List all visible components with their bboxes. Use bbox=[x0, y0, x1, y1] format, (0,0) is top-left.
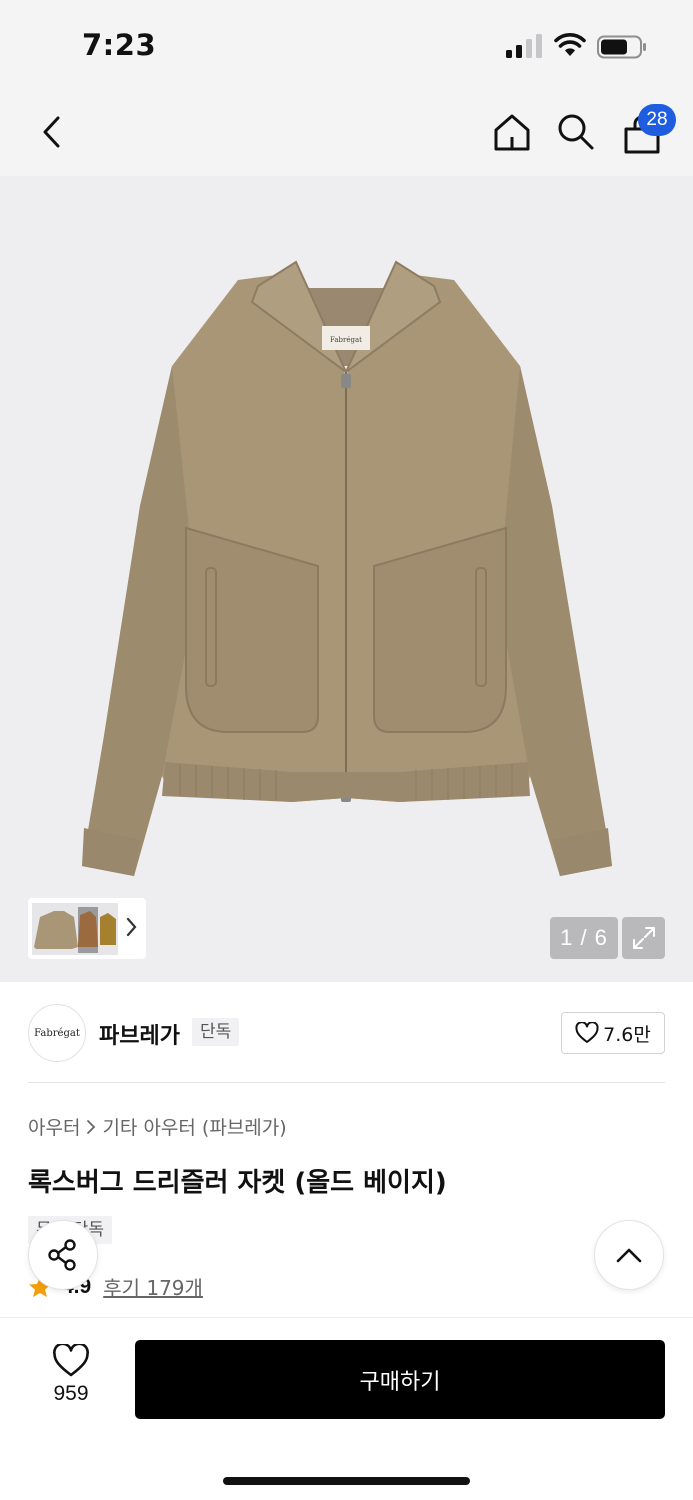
breadcrumb-subcategory[interactable]: 기타 아우터 (파브레가) bbox=[102, 1113, 286, 1140]
heart-icon bbox=[53, 1344, 89, 1377]
brand-row: Fabrégat 파브레가 단독 7.6만 bbox=[0, 982, 693, 1082]
chevron-left-icon bbox=[43, 116, 60, 148]
home-icon bbox=[494, 114, 530, 151]
breadcrumb-category[interactable]: 아우터 bbox=[28, 1113, 80, 1140]
search-icon bbox=[558, 114, 594, 150]
chevron-up-icon bbox=[616, 1248, 642, 1263]
cart-count-badge: 28 bbox=[638, 104, 676, 136]
thumbnail-images bbox=[32, 902, 118, 955]
scroll-to-top-button[interactable] bbox=[594, 1220, 664, 1290]
product-image: Fabrégat bbox=[82, 260, 612, 876]
chevron-right-icon bbox=[87, 1119, 96, 1134]
home-button[interactable] bbox=[488, 88, 536, 176]
chevron-right-icon bbox=[126, 917, 137, 937]
wishlist-button[interactable]: 959 bbox=[36, 1344, 106, 1414]
home-indicator bbox=[223, 1477, 470, 1485]
expand-icon bbox=[632, 927, 655, 949]
battery-icon bbox=[597, 35, 646, 59]
search-button[interactable] bbox=[553, 88, 599, 176]
brand-exclusive-tag: 단독 bbox=[192, 1018, 240, 1046]
brand-like-count: 7.6만 bbox=[603, 1023, 651, 1046]
brand-like-button[interactable]: 7.6만 bbox=[561, 1012, 665, 1054]
buy-button[interactable]: 구매하기 bbox=[135, 1340, 665, 1419]
back-button[interactable] bbox=[28, 88, 74, 176]
brand-logo[interactable]: Fabrégat bbox=[28, 1004, 86, 1062]
share-icon bbox=[48, 1239, 76, 1271]
wifi-icon bbox=[554, 33, 586, 56]
status-bar: 7:23 bbox=[0, 0, 693, 88]
navigation-bar: 28 bbox=[0, 88, 693, 176]
review-link[interactable]: 후기 179개 bbox=[103, 1272, 203, 1301]
wishlist-count: 959 bbox=[53, 1382, 89, 1405]
status-time: 7:23 bbox=[82, 28, 157, 62]
category-breadcrumb: 아우터 기타 아우터 (파브레가) bbox=[28, 1113, 287, 1140]
cart-button[interactable]: 28 bbox=[614, 88, 676, 176]
fullscreen-button[interactable] bbox=[622, 917, 665, 959]
divider bbox=[28, 1082, 665, 1083]
purchase-bar: 959 구매하기 bbox=[0, 1317, 693, 1500]
image-page-indicator: 1 / 6 bbox=[550, 917, 618, 959]
product-image-gallery[interactable]: Fabrégat 1 / 6 bbox=[0, 176, 693, 982]
cellular-signal-icon bbox=[506, 34, 542, 58]
brand-name[interactable]: 파브레가 bbox=[99, 1018, 180, 1050]
thumbnail-strip[interactable] bbox=[28, 898, 146, 959]
garment-label: Fabrégat bbox=[330, 336, 362, 344]
heart-icon bbox=[575, 1022, 599, 1043]
product-title: 록스버그 드리즐러 자켓 (올드 베이지) bbox=[28, 1168, 447, 1198]
share-button[interactable] bbox=[28, 1220, 98, 1290]
